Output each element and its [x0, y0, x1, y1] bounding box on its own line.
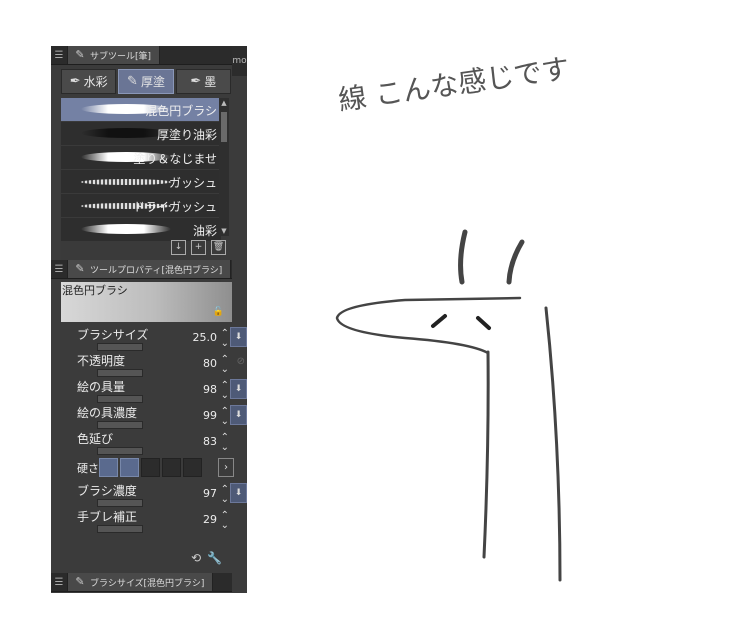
left-eye-stroke [431, 314, 447, 328]
handwritten-note: 線 こんな感じです [336, 52, 571, 117]
head-outline-stroke [335, 296, 522, 355]
drawing-canvas[interactable]: 線 こんな感じです [0, 0, 729, 626]
right-ear-stroke [506, 239, 525, 285]
left-ear-stroke [458, 229, 468, 285]
neck-back-stroke [544, 306, 562, 582]
right-eye-stroke [476, 316, 491, 330]
neck-front-stroke [482, 350, 490, 559]
